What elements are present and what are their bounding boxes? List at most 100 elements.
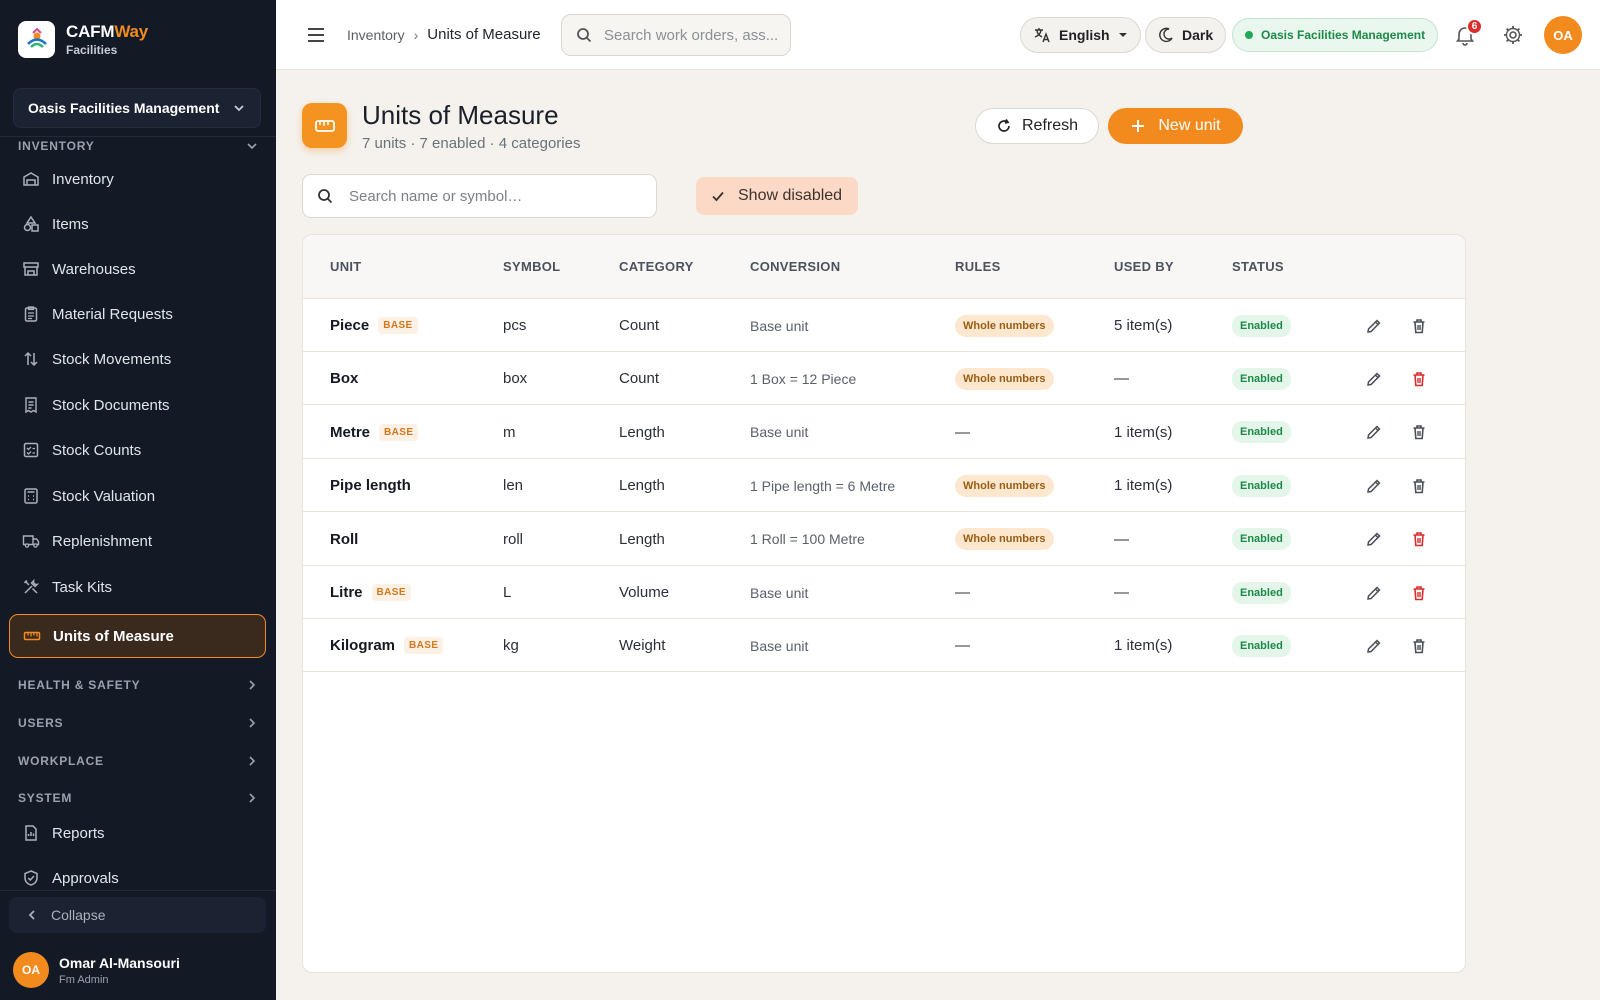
warehouse-icon	[22, 170, 40, 188]
sidebar-item-label: Material Requests	[52, 305, 173, 323]
column-header-status[interactable]: STATUS	[1232, 259, 1284, 274]
unit-name: Kilogram	[330, 637, 396, 655]
section-inventory[interactable]: INVENTORY	[18, 139, 258, 153]
show-disabled-label: Show disabled	[738, 187, 843, 204]
unit-symbol: pcs	[503, 317, 527, 334]
check-icon	[712, 191, 724, 202]
edit-icon[interactable]	[1363, 528, 1385, 550]
new-unit-button[interactable]: New unit	[1108, 108, 1243, 144]
avatar: OA	[13, 952, 49, 988]
unit-rules: —	[955, 637, 970, 655]
chevron-down-icon	[247, 143, 257, 150]
sidebar-item-stock-counts[interactable]: Stock Counts	[9, 429, 266, 471]
section-users[interactable]: USERS	[18, 716, 258, 730]
trash-icon[interactable]	[1408, 315, 1430, 337]
edit-icon[interactable]	[1363, 582, 1385, 604]
section-users-label: USERS	[18, 716, 64, 730]
brand[interactable]: CAFMWay Facilities	[18, 21, 148, 58]
breadcrumb: Inventory › Units of Measure	[347, 26, 541, 43]
sidebar-item-approvals[interactable]: Approvals	[9, 857, 266, 899]
sidebar-item-material-requests[interactable]: Material Requests	[9, 293, 266, 335]
plus-icon	[1132, 120, 1145, 132]
refresh-button[interactable]: Refresh	[975, 108, 1099, 144]
sidebar-item-replenishment[interactable]: Replenishment	[9, 520, 266, 562]
status-badge: Enabled	[1232, 421, 1291, 444]
unit-conversion: 1 Roll = 100 Metre	[750, 531, 865, 548]
column-header-unit[interactable]: UNIT	[330, 259, 362, 274]
unit-symbol: L	[503, 584, 512, 601]
rule-badge: Whole numbers	[955, 367, 1054, 390]
shapes-icon	[22, 215, 40, 233]
sidebar-item-task-kits[interactable]: Task Kits	[9, 566, 266, 608]
table-row[interactable]: Pipe length len Length 1 Pipe length = 6 Me…	[303, 459, 1465, 513]
column-header-used-by[interactable]: USED BY	[1114, 259, 1174, 274]
edit-icon[interactable]	[1363, 315, 1385, 337]
unit-symbol: kg	[503, 637, 519, 655]
sidebar-item-stock-documents[interactable]: Stock Documents	[9, 384, 266, 426]
language-label: English	[1059, 27, 1110, 43]
org-selector[interactable]: Oasis Facilities Management	[13, 88, 261, 128]
trash-icon[interactable]	[1408, 635, 1430, 657]
avatar[interactable]: OA	[1544, 16, 1582, 54]
column-header-rules[interactable]: RULES	[955, 259, 1001, 274]
section-system[interactable]: SYSTEM	[18, 791, 258, 805]
section-workplace[interactable]: WORKPLACE	[18, 754, 258, 768]
sidebar-item-warehouses[interactable]: Warehouses	[9, 248, 266, 290]
unit-used-by: —	[1114, 584, 1129, 601]
unit-search-input[interactable]	[349, 187, 639, 205]
sidebar-item-items[interactable]: Items	[9, 203, 266, 245]
base-badge: BASE	[379, 423, 419, 441]
column-header-conversion[interactable]: CONVERSION	[750, 259, 840, 274]
user-profile[interactable]: OA Omar Al-Mansouri Fm Admin	[13, 952, 180, 988]
edit-icon[interactable]	[1363, 368, 1385, 390]
trash-icon[interactable]	[1408, 528, 1430, 550]
unit-used-by: 1 item(s)	[1114, 637, 1173, 655]
edit-icon[interactable]	[1363, 635, 1385, 657]
edit-icon[interactable]	[1363, 475, 1385, 497]
show-disabled-toggle[interactable]: Show disabled	[696, 177, 858, 215]
theme-toggle[interactable]: Dark	[1145, 17, 1227, 53]
global-search-input[interactable]	[604, 26, 779, 44]
collapse-button[interactable]: Collapse	[9, 897, 266, 933]
sidebar-item-stock-movements[interactable]: Stock Movements	[9, 338, 266, 380]
table-row[interactable]: Kilogram BASE kg Weight Base unit — 1 item(s) E…	[303, 619, 1465, 673]
menu-icon[interactable]	[304, 23, 328, 47]
trash-icon[interactable]	[1408, 582, 1430, 604]
global-search[interactable]	[561, 14, 791, 56]
status-badge: Enabled	[1232, 314, 1291, 337]
trash-icon[interactable]	[1408, 421, 1430, 443]
breadcrumb-parent[interactable]: Inventory	[347, 27, 405, 43]
sidebar-item-label: Reports	[52, 824, 105, 842]
rule-badge: Whole numbers	[955, 474, 1054, 497]
arrows-icon	[22, 350, 40, 368]
unit-search[interactable]	[302, 174, 657, 218]
ruler-icon	[23, 627, 41, 645]
language-selector[interactable]: English	[1020, 17, 1141, 53]
status-badge: Enabled	[1232, 367, 1291, 390]
sidebar-item-reports[interactable]: Reports	[9, 812, 266, 854]
org-status-label: Oasis Facilities Management	[1261, 28, 1426, 42]
sidebar-item-stock-valuation[interactable]: Stock Valuation	[9, 475, 266, 517]
unit-name: Box	[330, 370, 359, 388]
gear-icon[interactable]	[1502, 24, 1524, 46]
column-header-category[interactable]: CATEGORY	[619, 259, 694, 274]
table-row[interactable]: Litre BASE L Volume Base unit — — Enabled	[303, 566, 1465, 619]
sidebar-item-units-of-measure[interactable]: Units of Measure	[9, 614, 266, 658]
column-header-symbol[interactable]: SYMBOL	[503, 259, 560, 274]
section-health-safety[interactable]: HEALTH & SAFETY	[18, 678, 258, 692]
store-icon	[22, 260, 40, 278]
table-row[interactable]: Roll roll Length 1 Roll = 100 Metre Whole nu…	[303, 513, 1465, 566]
table-row[interactable]: Piece BASE pcs Count Base unit Whole numbers 5…	[303, 299, 1465, 352]
trash-icon[interactable]	[1408, 368, 1430, 390]
sidebar-item-inventory[interactable]: Inventory	[9, 158, 266, 200]
table-row[interactable]: Box box Count 1 Box = 12 Piece Whole numbers…	[303, 352, 1465, 406]
edit-icon[interactable]	[1363, 421, 1385, 443]
unit-symbol: len	[503, 477, 524, 495]
trash-icon[interactable]	[1408, 475, 1430, 497]
sidebar-divider	[0, 890, 276, 891]
table-row[interactable]: Metre BASE m Length Base unit — 1 item(s) Enabl…	[303, 406, 1465, 459]
org-status-badge[interactable]: Oasis Facilities Management	[1232, 18, 1439, 52]
page-title: Units of Measure	[362, 100, 559, 130]
sidebar-item-label: Units of Measure	[53, 627, 174, 645]
units-table: UNIT SYMBOL CATEGORY CONVERSION RULES US…	[302, 234, 1466, 973]
